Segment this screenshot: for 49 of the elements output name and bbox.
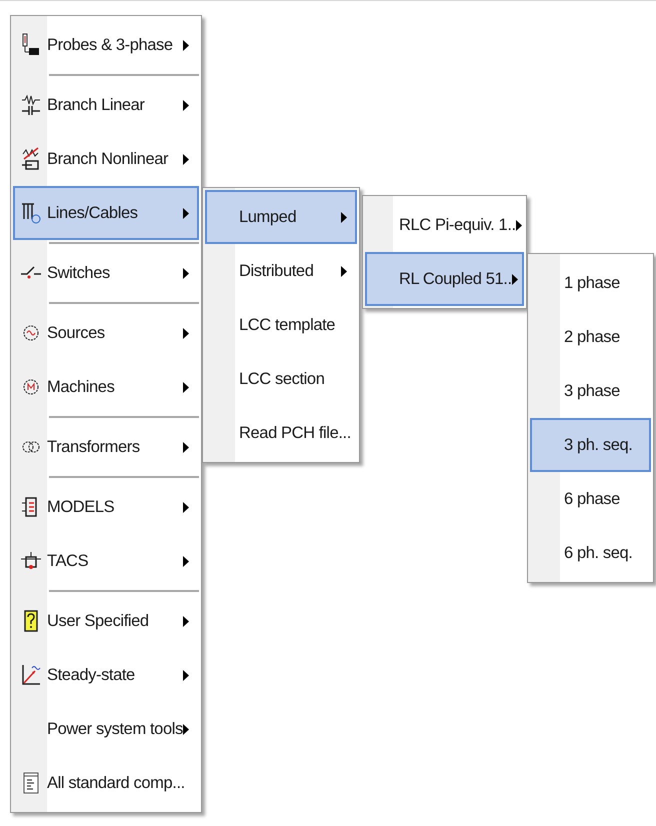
menu-item[interactable]: Read PCH file...	[205, 406, 357, 460]
submenu-arrow-icon	[183, 442, 189, 452]
submenu-arrow-icon	[183, 556, 189, 566]
menu-item[interactable]: 3 phase	[530, 364, 651, 418]
submenu-arrow-icon	[183, 100, 189, 110]
submenu-arrow-icon	[183, 724, 189, 734]
menu-item[interactable]: 2 phase	[530, 310, 651, 364]
menu-item[interactable]: RLC Pi-equiv. 1..	[365, 198, 524, 252]
submenu-arrow-icon	[183, 40, 189, 50]
menu-item[interactable]: Transformers	[13, 420, 199, 474]
menu-item[interactable]: 1 phase	[530, 256, 651, 310]
menu-item[interactable]: All standard comp...	[13, 756, 199, 810]
menu-item[interactable]: Machines	[13, 360, 199, 414]
submenu-arrow-icon	[183, 154, 189, 164]
submenu-arrow-icon	[183, 328, 189, 338]
submenu-arrow-icon	[183, 208, 189, 218]
menu-item[interactable]: Distributed	[205, 244, 357, 298]
menu-item[interactable]: Lumped	[205, 190, 357, 244]
submenu-arrow-icon	[183, 616, 189, 626]
chart-arrow-icon	[20, 663, 42, 687]
submenu-arrow-icon	[341, 266, 347, 276]
menu-item[interactable]: TACS	[13, 534, 199, 588]
submenu-arrow-icon	[183, 268, 189, 278]
submenu-arrow-icon	[183, 670, 189, 680]
submenu-arrow-icon	[512, 274, 518, 284]
menu-item[interactable]: LCC section	[205, 352, 357, 406]
menu-item[interactable]: Branch Linear	[13, 78, 199, 132]
menu-item[interactable]: User Specified	[13, 594, 199, 648]
menu-item[interactable]: Steady-state	[13, 648, 199, 702]
submenu-arrow-icon	[183, 382, 189, 392]
nonlinear-branch-icon	[20, 147, 42, 171]
menu-item[interactable]: Power system tools	[13, 702, 199, 756]
menu-item[interactable]: RL Coupled 51..	[365, 252, 524, 306]
resistor-capacitor-icon	[20, 93, 42, 117]
probe-icon	[20, 33, 42, 57]
submenu-arrow-icon	[516, 220, 522, 230]
menu-item[interactable]: Sources	[13, 306, 199, 360]
menu-item[interactable]: 3 ph. seq.	[530, 418, 651, 472]
menu-item[interactable]: 6 phase	[530, 472, 651, 526]
cable-lines-icon	[20, 201, 42, 225]
menu-item[interactable]: Switches	[13, 246, 199, 300]
menu-item[interactable]: Branch Nonlinear	[13, 132, 199, 186]
submenu-arrow-icon	[183, 502, 189, 512]
menu-item[interactable]: MODELS	[13, 480, 199, 534]
submenu-arrow-icon	[341, 212, 347, 222]
menu-item[interactable]: Probes & 3-phase	[13, 18, 199, 72]
menu-item[interactable]: 6 ph. seq.	[530, 526, 651, 580]
menu-item[interactable]: Lines/Cables	[13, 186, 199, 240]
menu-item[interactable]: LCC template	[205, 298, 357, 352]
